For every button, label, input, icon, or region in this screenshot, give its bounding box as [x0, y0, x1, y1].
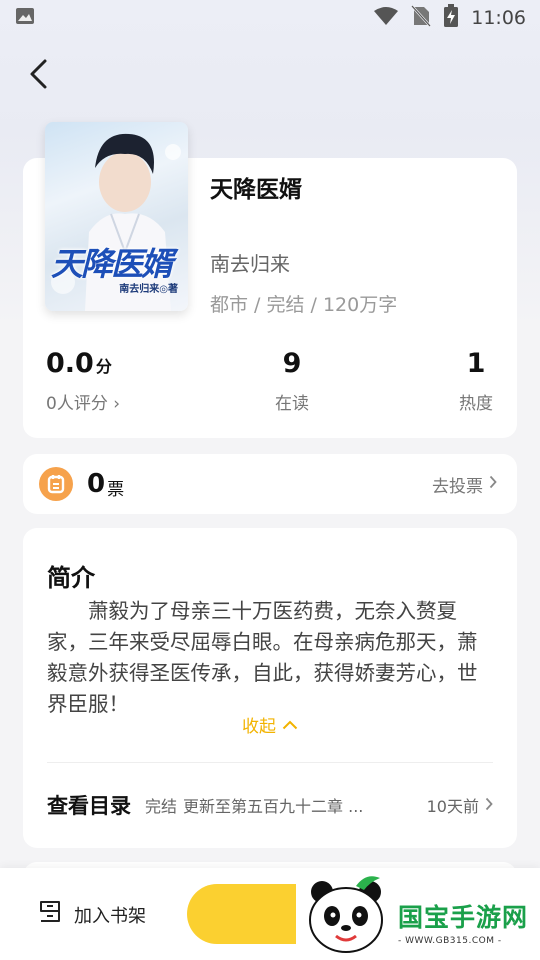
readers-label: 在读: [275, 394, 309, 414]
ticket-icon: [39, 467, 73, 501]
add-to-shelf-button[interactable]: 加入书架: [36, 898, 146, 931]
collapse-label: 收起: [242, 717, 276, 737]
toc-status: 完结: [145, 797, 178, 816]
book-title: 天降医婿: [210, 177, 302, 203]
vote-link-label: 去投票: [432, 476, 483, 497]
intro-card: 简介 萧毅为了母亲三十万医药费，无奈入赘夏家，三年来受尽屈辱白眼。在母亲病危那天…: [23, 528, 517, 848]
divider: [47, 762, 493, 763]
heat-value: 1: [466, 348, 486, 379]
watermark-brand: 国宝手游网: [398, 903, 529, 932]
toc-time-label: 10天前: [426, 797, 479, 816]
status-bar: 11:06: [0, 0, 540, 36]
battery-charging-icon: [443, 3, 459, 33]
book-cover[interactable]: 天降医婿 南去归来◎著: [45, 122, 188, 311]
toc-latest-chapter: 更新至第五百九十二章 ...: [183, 797, 364, 816]
collapse-button[interactable]: 收起: [23, 712, 517, 737]
vote-unit: 票: [107, 479, 125, 500]
clock: 11:06: [471, 7, 526, 29]
score-value: 0.0: [46, 348, 94, 379]
score-stat[interactable]: 0.0 分 0人评分 ›: [46, 348, 120, 414]
readers-stat: 9 在读: [262, 348, 322, 414]
heat-stat: 1 热度: [446, 348, 506, 414]
vote-link[interactable]: 去投票: [432, 472, 497, 497]
chevron-up-icon: [282, 715, 298, 735]
wifi-icon: [373, 6, 399, 31]
add-to-shelf-label: 加入书架: [74, 905, 146, 927]
back-button[interactable]: [20, 56, 56, 96]
book-meta: 都市 / 完结 / 120万字: [210, 294, 398, 316]
watermark: 国宝手游网 - WWW.GB315.COM -: [296, 868, 540, 960]
readers-value: 9: [282, 348, 302, 379]
intro-text: 萧毅为了母亲三十万医药费，无奈入赘夏家，三年来受尽屈辱白眼。在母亲病危那天，萧毅…: [47, 599, 478, 716]
bookshelf-icon: [36, 898, 64, 931]
cover-title: 天降医婿: [51, 245, 173, 283]
chevron-right-icon: [489, 474, 497, 494]
vote-count: 0: [87, 469, 106, 499]
watermark-url: - WWW.GB315.COM -: [398, 936, 502, 946]
toc-title: 查看目录: [47, 794, 131, 818]
heat-label: 热度: [459, 394, 493, 414]
panda-logo: [309, 876, 383, 953]
intro-heading: 简介: [47, 564, 95, 592]
book-author[interactable]: 南去归来: [210, 248, 290, 277]
score-label: 0人评分 ›: [46, 394, 121, 414]
cover-author: 南去归来◎著: [119, 284, 178, 295]
chevron-right-icon: [485, 796, 493, 815]
chevron-left-icon: [27, 58, 49, 94]
toc-row[interactable]: 查看目录 完结 更新至第五百九十二章 ... 10天前: [47, 790, 493, 820]
vote-card[interactable]: 0 票 去投票: [23, 454, 517, 514]
toc-update-time: 10天前: [427, 793, 493, 817]
score-unit: 分: [95, 357, 112, 376]
watermark-text: 国宝手游网 - WWW.GB315.COM -: [398, 898, 528, 946]
no-sim-icon: [411, 4, 432, 32]
gallery-icon: [14, 5, 36, 32]
